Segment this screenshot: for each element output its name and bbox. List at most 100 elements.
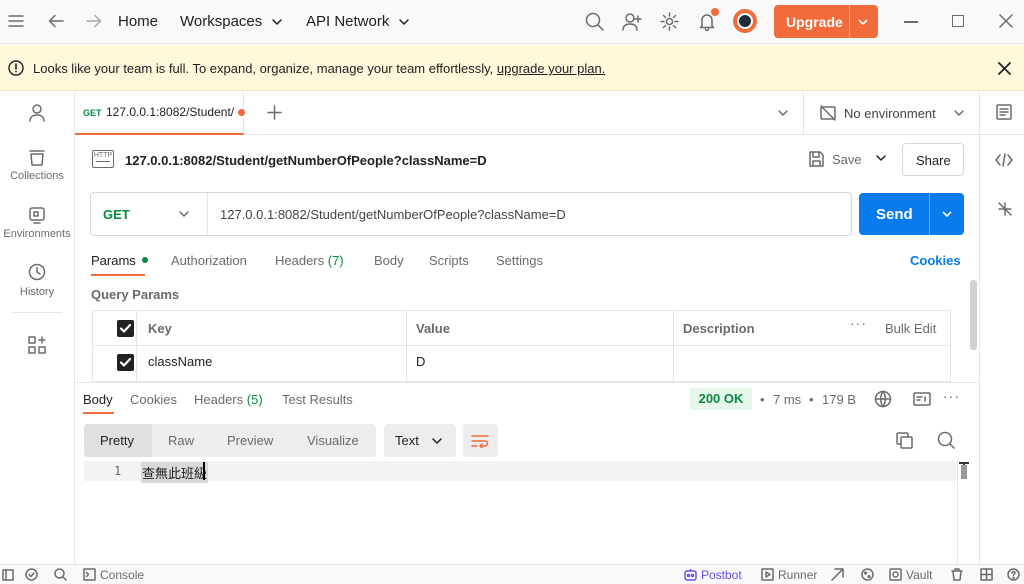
response-tab-body[interactable]: Body	[83, 392, 113, 407]
trash-icon[interactable]	[951, 568, 963, 581]
code-line-highlight	[84, 461, 956, 481]
api-network-menu[interactable]: API Network	[306, 13, 409, 30]
tab-overflow-chevron-icon[interactable]	[778, 110, 788, 117]
upgrade-button[interactable]: Upgrade	[774, 5, 878, 38]
save-response-icon[interactable]	[913, 392, 931, 406]
status-badge[interactable]: 200 OK	[690, 388, 752, 410]
response-tab-headers[interactable]: Headers (5)	[194, 392, 263, 407]
toggle-sidebar-icon[interactable]	[2, 569, 14, 581]
maximize-icon[interactable]	[952, 15, 964, 27]
unsaved-dot-icon	[238, 109, 245, 116]
code-snippet-icon[interactable]	[995, 153, 1013, 167]
text-cursor	[203, 462, 205, 480]
response-tab-test-results-label: Test Results	[282, 392, 353, 407]
param-value[interactable]: D	[416, 354, 425, 369]
notifications-bell-icon[interactable]	[698, 8, 719, 31]
banner-text: Looks like your team is full. To expand,…	[33, 61, 497, 76]
close-banner-icon[interactable]	[998, 62, 1011, 75]
response-tab-test-results[interactable]: Test Results	[282, 392, 353, 407]
tab-authorization[interactable]: Authorization	[171, 253, 247, 268]
format-visualize[interactable]: Visualize	[307, 433, 359, 448]
request-tab[interactable]: GET 127.0.0.1:8082/Student/	[75, 92, 245, 135]
menu-icon[interactable]	[8, 14, 24, 28]
save-options-chevron-icon[interactable]	[876, 155, 886, 162]
url-bar: GET 127.0.0.1:8082/Student/getNumberOfPe…	[90, 192, 852, 236]
chevron-down-icon	[399, 19, 409, 25]
response-body-text[interactable]: 查無此班級	[141, 462, 209, 483]
sidebar-item-environments[interactable]: Environments	[0, 206, 74, 240]
forward-arrow-icon[interactable]	[86, 14, 102, 28]
search-response-icon[interactable]	[937, 431, 955, 449]
invite-user-icon[interactable]	[622, 12, 642, 31]
url-input[interactable]: 127.0.0.1:8082/Student/getNumberOfPeople…	[220, 207, 566, 222]
response-time[interactable]: 7 ms	[773, 392, 801, 407]
tab-settings[interactable]: Settings	[496, 253, 543, 268]
tab-headers-label: Headers	[275, 253, 325, 268]
share-button[interactable]: Share	[902, 143, 964, 176]
help-icon[interactable]	[1007, 568, 1020, 581]
avatar[interactable]	[733, 9, 757, 33]
content-type-select[interactable]: Text	[384, 424, 456, 457]
layout-icon[interactable]	[980, 568, 993, 581]
chevron-down-icon	[179, 211, 189, 217]
console-icon	[83, 568, 96, 581]
capture-requests-icon[interactable]	[831, 568, 845, 581]
wrap-lines-icon	[471, 435, 489, 448]
online-status-icon[interactable]	[25, 568, 38, 581]
wrap-lines-button[interactable]	[463, 424, 498, 457]
response-tab-body-label: Body	[83, 392, 113, 407]
environment-label: No environment	[844, 106, 936, 121]
settings-gear-icon[interactable]	[660, 12, 679, 31]
query-params-title: Query Params	[91, 287, 180, 302]
separator-dot: •	[809, 392, 814, 407]
format-raw[interactable]: Raw	[168, 433, 194, 448]
tab-body[interactable]: Body	[374, 253, 404, 268]
back-arrow-icon[interactable]	[48, 14, 64, 28]
postbot-label: Postbot	[701, 568, 742, 582]
response-tab-cookies[interactable]: Cookies	[130, 392, 177, 407]
column-header-description: Description	[683, 321, 755, 336]
row-enabled-checkbox[interactable]	[117, 354, 134, 371]
runner-label: Runner	[778, 568, 818, 582]
bulk-edit-link[interactable]: Bulk Edit	[885, 321, 936, 336]
minimize-icon[interactable]	[904, 21, 918, 23]
format-preview[interactable]: Preview	[227, 433, 273, 448]
send-button[interactable]: Send	[859, 193, 964, 235]
new-tab-plus-icon[interactable]	[267, 105, 282, 120]
related-collections-icon[interactable]	[998, 202, 1012, 216]
find-icon[interactable]	[54, 568, 67, 581]
close-window-icon[interactable]	[999, 14, 1013, 28]
response-more-icon[interactable]: ···	[943, 388, 960, 404]
search-icon[interactable]	[585, 12, 604, 31]
workspaces-menu[interactable]: Workspaces	[180, 13, 282, 30]
documentation-icon[interactable]	[996, 104, 1012, 120]
cookies-icon[interactable]	[861, 568, 874, 581]
environment-selector[interactable]: No environment	[803, 92, 979, 135]
save-icon	[809, 151, 824, 167]
tab-params[interactable]: Params	[91, 253, 149, 268]
request-scrollbar[interactable]	[970, 280, 977, 350]
network-globe-icon[interactable]	[874, 390, 892, 408]
param-key[interactable]: className	[148, 354, 212, 369]
more-options-icon[interactable]: ···	[850, 315, 867, 331]
sidebar-item-apps[interactable]	[0, 336, 74, 354]
top-bar: Home Workspaces API Network Upgrade	[0, 0, 1024, 44]
request-title[interactable]: 127.0.0.1:8082/Student/getNumberOfPeople…	[125, 153, 487, 168]
copy-icon[interactable]	[896, 432, 913, 449]
upgrade-plan-link[interactable]: upgrade your plan.	[497, 61, 605, 76]
tab-scripts[interactable]: Scripts	[429, 253, 469, 268]
sidebar-item-history[interactable]: History	[0, 263, 74, 298]
sidebar-item-collections[interactable]: Collections	[0, 148, 74, 182]
user-icon	[29, 104, 45, 122]
text-cursor-ibeam-icon	[957, 461, 971, 481]
query-params-table: Key Value Description ··· Bulk Edit clas…	[92, 310, 951, 383]
sidebar-item-account[interactable]	[0, 104, 74, 122]
tab-headers[interactable]: Headers (7)	[275, 253, 344, 268]
home-link[interactable]: Home	[118, 13, 158, 30]
response-size[interactable]: 179 B	[822, 392, 856, 407]
share-label: Share	[916, 153, 951, 168]
format-pretty[interactable]: Pretty	[100, 433, 134, 448]
cookies-link[interactable]: Cookies	[910, 253, 961, 268]
select-all-checkbox[interactable]	[117, 320, 134, 337]
method-select[interactable]: GET	[91, 193, 207, 235]
